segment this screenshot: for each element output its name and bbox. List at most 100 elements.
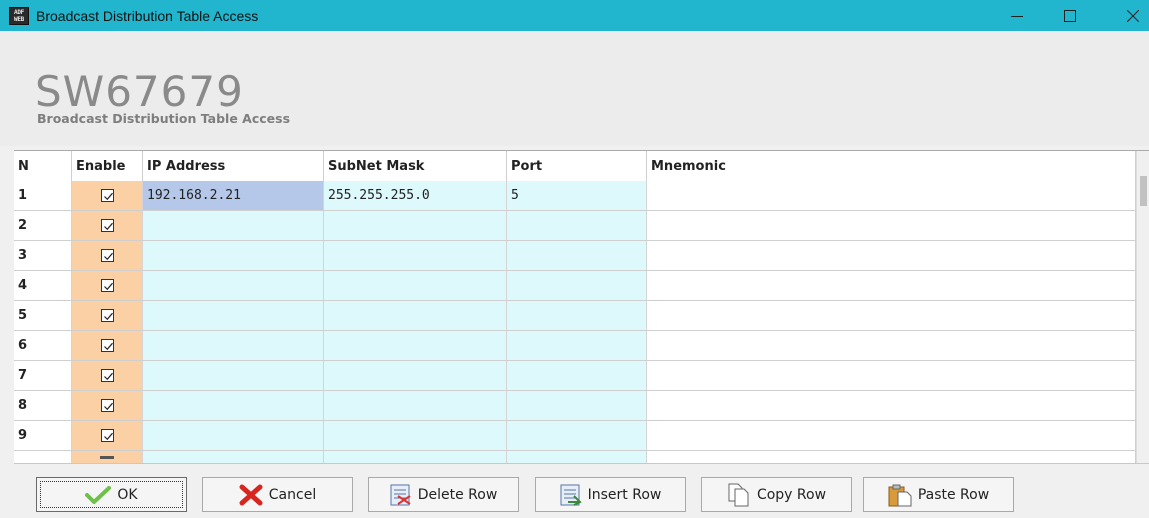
enable-cell[interactable]: [72, 421, 143, 450]
port-cell[interactable]: [507, 241, 647, 270]
maximize-icon: [1064, 9, 1076, 22]
row-number: 8: [14, 391, 72, 420]
table-row[interactable]: 3: [14, 241, 1136, 271]
table-row[interactable]: 4: [14, 271, 1136, 301]
column-header-port[interactable]: Port: [507, 151, 647, 181]
table-row[interactable]: 7: [14, 361, 1136, 391]
subnet-mask-cell[interactable]: [324, 331, 507, 360]
table-row[interactable]: 8: [14, 391, 1136, 421]
mnemonic-cell[interactable]: [647, 181, 1136, 210]
ip-address-cell[interactable]: [143, 241, 324, 270]
enable-checkbox[interactable]: [100, 309, 114, 322]
enable-cell[interactable]: [72, 361, 143, 390]
enable-checkbox[interactable]: [100, 369, 114, 382]
table-row[interactable]: 2: [14, 211, 1136, 241]
checkmark-icon: [103, 222, 113, 231]
mnemonic-cell[interactable]: [647, 421, 1136, 450]
enable-checkbox[interactable]: [100, 219, 114, 232]
vertical-scrollbar[interactable]: [1136, 151, 1149, 463]
ip-address-cell[interactable]: [143, 361, 324, 390]
enable-cell[interactable]: [72, 391, 143, 420]
checkmark-icon: [103, 342, 113, 351]
port-cell[interactable]: [507, 301, 647, 330]
subnet-mask-cell[interactable]: [324, 241, 507, 270]
row-number: 9: [14, 421, 72, 450]
table-row[interactable]: 9: [14, 421, 1136, 451]
table-header: N Enable IP Address SubNet Mask Port Mne…: [14, 151, 1136, 181]
ip-address-cell[interactable]: [143, 331, 324, 360]
close-icon: [1127, 9, 1139, 22]
ok-button[interactable]: OK: [36, 477, 187, 512]
subnet-mask-cell[interactable]: [324, 301, 507, 330]
column-header-mnemonic[interactable]: Mnemonic: [647, 151, 1136, 181]
port-cell[interactable]: [507, 391, 647, 420]
ip-address-cell[interactable]: [143, 421, 324, 450]
mnemonic-cell[interactable]: [647, 271, 1136, 300]
port-cell[interactable]: [507, 211, 647, 240]
enable-checkbox[interactable]: [100, 429, 114, 442]
enable-checkbox[interactable]: [100, 339, 114, 352]
partial-cell-n: [14, 451, 72, 463]
enable-checkbox[interactable]: [100, 279, 114, 292]
ip-address-cell[interactable]: [143, 271, 324, 300]
mnemonic-cell[interactable]: [647, 361, 1136, 390]
subnet-mask-cell[interactable]: [324, 421, 507, 450]
column-header-ip-address[interactable]: IP Address: [143, 151, 324, 181]
mnemonic-cell[interactable]: [647, 331, 1136, 360]
table-row[interactable]: 6: [14, 331, 1136, 361]
table-row-partial: [14, 451, 1136, 463]
copy-row-label: Copy Row: [756, 486, 827, 503]
enable-cell[interactable]: [72, 271, 143, 300]
app-icon-text-top: ADF: [14, 8, 24, 16]
app-icon-text-bottom: WEB: [14, 15, 24, 23]
mnemonic-cell[interactable]: [647, 391, 1136, 420]
enable-checkbox[interactable]: [100, 249, 114, 262]
insert-row-button[interactable]: Insert Row: [535, 477, 686, 512]
scrollbar-thumb[interactable]: [1140, 176, 1147, 206]
cancel-label: Cancel: [268, 486, 317, 503]
ip-address-cell[interactable]: [143, 301, 324, 330]
title-bar[interactable]: ADF WEB Broadcast Distribution Table Acc…: [0, 0, 1149, 31]
insert-row-icon: [560, 484, 582, 506]
enable-cell[interactable]: [72, 181, 143, 210]
ip-address-cell[interactable]: [143, 391, 324, 420]
subnet-mask-cell[interactable]: [324, 361, 507, 390]
copy-row-button[interactable]: Copy Row: [701, 477, 852, 512]
paste-icon: [888, 484, 912, 506]
enable-checkbox[interactable]: [100, 189, 114, 202]
ip-address-cell[interactable]: 192.168.2.21: [143, 181, 324, 210]
delete-row-button[interactable]: Delete Row: [368, 477, 519, 512]
checkmark-icon: [103, 432, 113, 441]
mnemonic-cell[interactable]: [647, 211, 1136, 240]
column-header-enable[interactable]: Enable: [72, 151, 143, 181]
subnet-mask-cell[interactable]: [324, 271, 507, 300]
subnet-mask-cell[interactable]: [324, 211, 507, 240]
cancel-button[interactable]: Cancel: [202, 477, 353, 512]
port-cell[interactable]: [507, 331, 647, 360]
subnet-mask-cell[interactable]: [324, 391, 507, 420]
enable-checkbox[interactable]: [100, 399, 114, 412]
mnemonic-cell[interactable]: [647, 301, 1136, 330]
broadcast-table[interactable]: N Enable IP Address SubNet Mask Port Mne…: [14, 150, 1149, 463]
port-cell[interactable]: [507, 421, 647, 450]
close-button[interactable]: [1110, 0, 1149, 31]
table-row[interactable]: 5: [14, 301, 1136, 331]
column-header-n[interactable]: N: [14, 151, 72, 181]
subnet-mask-cell[interactable]: 255.255.255.0: [324, 181, 507, 210]
partial-cell-mask: [324, 451, 507, 463]
checkmark-icon: [103, 402, 113, 411]
table-row[interactable]: 1 192.168.2.21 255.255.255.0 5: [14, 181, 1136, 211]
ip-address-cell[interactable]: [143, 211, 324, 240]
enable-cell[interactable]: [72, 241, 143, 270]
column-header-subnet-mask[interactable]: SubNet Mask: [324, 151, 507, 181]
port-cell[interactable]: [507, 361, 647, 390]
port-cell[interactable]: 5: [507, 181, 647, 210]
paste-row-button[interactable]: Paste Row: [863, 477, 1014, 512]
enable-cell[interactable]: [72, 211, 143, 240]
port-cell[interactable]: [507, 271, 647, 300]
enable-cell[interactable]: [72, 301, 143, 330]
mnemonic-cell[interactable]: [647, 241, 1136, 270]
minimize-button[interactable]: [994, 0, 1040, 31]
maximize-button[interactable]: [1047, 0, 1093, 31]
enable-cell[interactable]: [72, 331, 143, 360]
